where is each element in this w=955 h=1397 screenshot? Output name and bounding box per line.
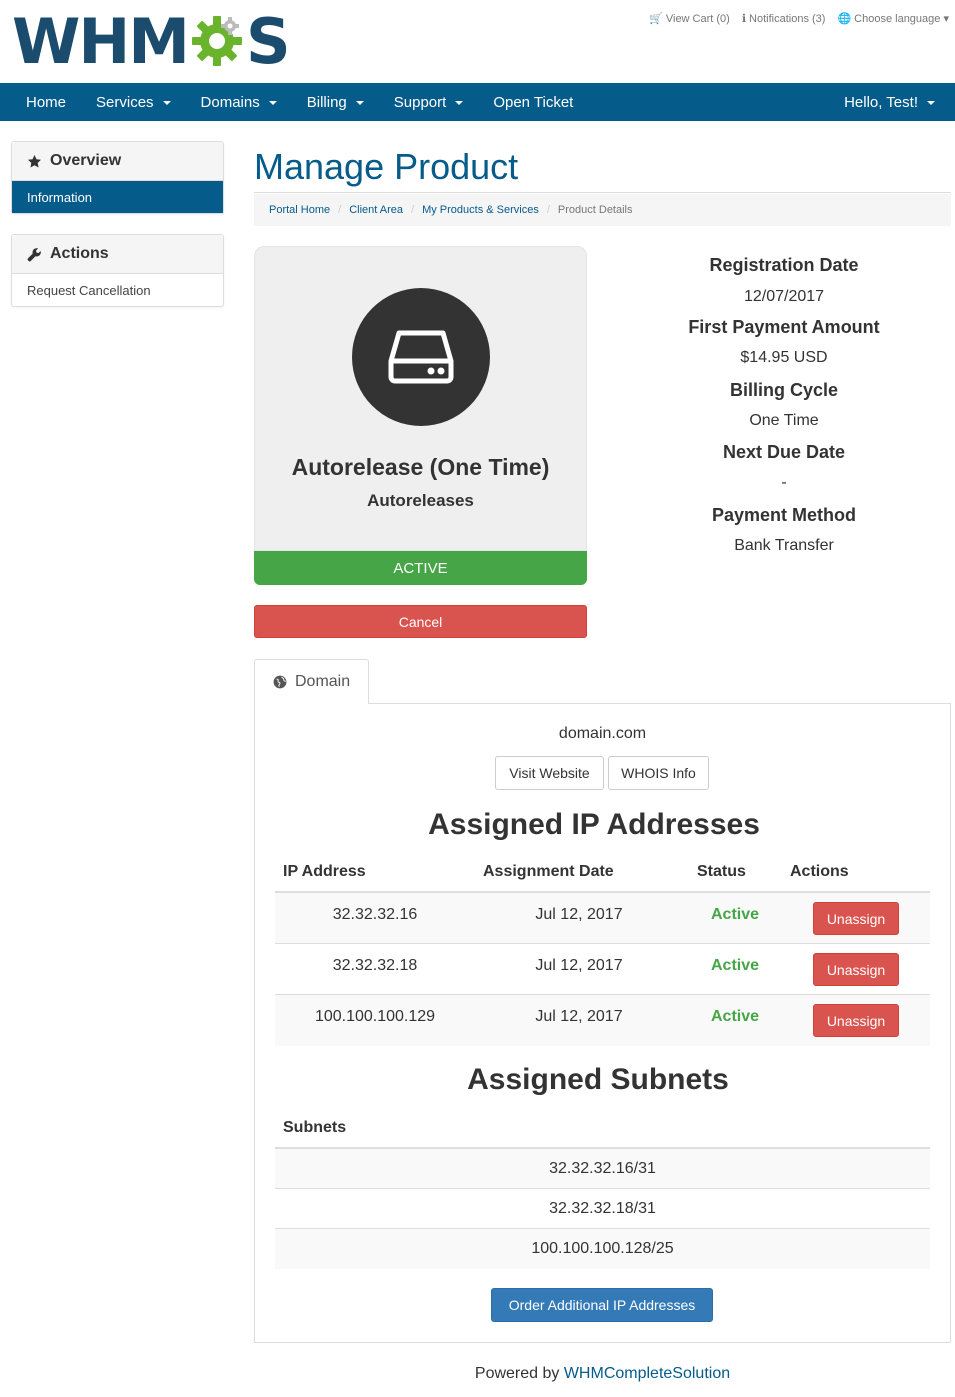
order-additional-ip-button[interactable]: Order Additional IP Addresses [491,1288,713,1322]
breadcrumb-portal-home[interactable]: Portal Home [269,204,330,216]
status-badge: Active [710,957,760,974]
logo-text-left: WHM [12,4,190,78]
actions-panel-header: Actions [12,235,223,274]
list-item: 100.100.100.128/25 [275,1229,930,1269]
caret-down-icon [268,101,277,105]
list-item: 32.32.32.18/31 [275,1189,930,1229]
sidebar-item-request-cancellation[interactable]: Request Cancellation [12,274,223,306]
status-badge: Active [710,906,760,923]
breadcrumb-separator: / [546,204,550,216]
tab-domain[interactable]: Domain [254,659,369,704]
nav-open-ticket[interactable]: Open Ticket [478,83,588,121]
assigned-subnets-title: Assigned Subnets [467,1063,729,1096]
table-row: 32.32.32.16 Jul 12, 2017 Active Unassign [275,893,930,944]
nav-support[interactable]: Support [379,83,479,121]
domain-name: domain.com [558,725,647,742]
ip-cell: 100.100.100.129 [314,1008,436,1025]
nav-billing[interactable]: Billing [292,83,379,121]
unassign-button[interactable]: Unassign [813,902,899,935]
product-status-badge: ACTIVE [254,551,587,585]
whois-info-button[interactable]: WHOIS Info [608,756,709,790]
product-name: Autorelease (One Time) [291,454,550,480]
choose-language-link[interactable]: 🌐 Choose language ▾ [837,12,949,25]
globe-icon [273,675,287,689]
info-billing-cycle: Billing Cycle One Time [729,380,839,429]
cart-icon: 🛒 [649,13,663,25]
info-first-payment: First Payment Amount $14.95 USD [688,317,880,366]
unassign-button[interactable]: Unassign [813,953,899,986]
main-nav: Home Services Domains Billing Support Op… [0,83,955,121]
list-item: 32.32.32.16/31 [275,1149,930,1189]
caret-down-icon [162,101,171,105]
breadcrumb-my-products[interactable]: My Products & Services [422,204,539,216]
th-ip-address: IP Address [283,863,366,880]
header: WHM S 🛒 View Cart (0) ℹ Notifications (3… [0,0,955,83]
product-group: Autoreleases [367,491,474,510]
language-icon: 🌐 [837,13,852,25]
star-icon [27,154,43,169]
product-icon-circle [352,288,490,426]
th-assignment-date: Assignment Date [483,863,614,880]
status-badge: Active [710,1008,760,1025]
product-card: Autorelease (One Time) Autoreleases [254,246,587,551]
th-subnets: Subnets [283,1119,347,1136]
info-next-due-date: Next Due Date - [722,442,846,491]
title-divider [254,192,951,193]
nav-user-menu[interactable]: Hello, Test! [829,83,950,121]
breadcrumb-separator: / [338,204,342,216]
nav-domains[interactable]: Domains [186,83,292,121]
table-row: 32.32.32.18 Jul 12, 2017 Active Unassign [275,944,930,995]
footer: Powered by WHMCompleteSolution [474,1365,731,1382]
info-payment-method: Payment Method Bank Transfer [711,505,857,554]
breadcrumb-current: Product Details [557,204,633,216]
whmcs-logo[interactable]: WHM S [12,5,291,78]
nav-services[interactable]: Services [81,83,186,121]
caret-down-icon [455,101,464,105]
table-row: 100.100.100.129 Jul 12, 2017 Active Unas… [275,995,930,1046]
caret-down-icon [355,101,364,105]
breadcrumb-separator: / [411,204,415,216]
view-cart-link[interactable]: 🛒 View Cart (0) [649,12,730,25]
top-links: 🛒 View Cart (0) ℹ Notifications (3) 🌐 Choos… [649,12,949,25]
gear-icon [191,16,242,66]
unassign-button[interactable]: Unassign [813,1004,899,1037]
footer-link[interactable]: WHMCompleteSolution [564,1365,730,1382]
th-actions: Actions [790,863,849,880]
sidebar-item-information[interactable]: Information [12,181,223,213]
breadcrumb: Portal Home / Client Area / My Products … [254,194,951,226]
hdd-icon [388,330,454,384]
wrench-icon [27,247,43,262]
overview-panel-header: Overview [12,142,223,181]
date-cell: Jul 12, 2017 [535,906,623,923]
th-status: Status [697,863,746,880]
info-icon: ℹ [741,13,747,25]
actions-panel: Actions Request Cancellation [11,234,224,307]
notifications-link[interactable]: ℹ Notifications (3) [742,12,826,25]
date-cell: Jul 12, 2017 [535,957,623,974]
ip-cell: 32.32.32.18 [332,957,418,974]
nav-home[interactable]: Home [0,83,81,121]
info-registration-date: Registration Date 12/07/2017 [709,255,859,305]
caret-down-icon [927,101,935,105]
breadcrumb-client-area[interactable]: Client Area [349,204,403,216]
cancel-button[interactable]: Cancel [254,605,587,638]
date-cell: Jul 12, 2017 [535,1008,623,1025]
ip-cell: 32.32.32.16 [332,906,418,923]
assigned-ip-title: Assigned IP Addresses [428,808,760,841]
logo-text-right: S [245,4,291,78]
chevron-down-icon: ▾ [943,13,949,25]
visit-website-button[interactable]: Visit Website [495,756,604,790]
overview-panel: Overview Information [11,141,224,214]
page-title: Manage Product [254,146,519,187]
